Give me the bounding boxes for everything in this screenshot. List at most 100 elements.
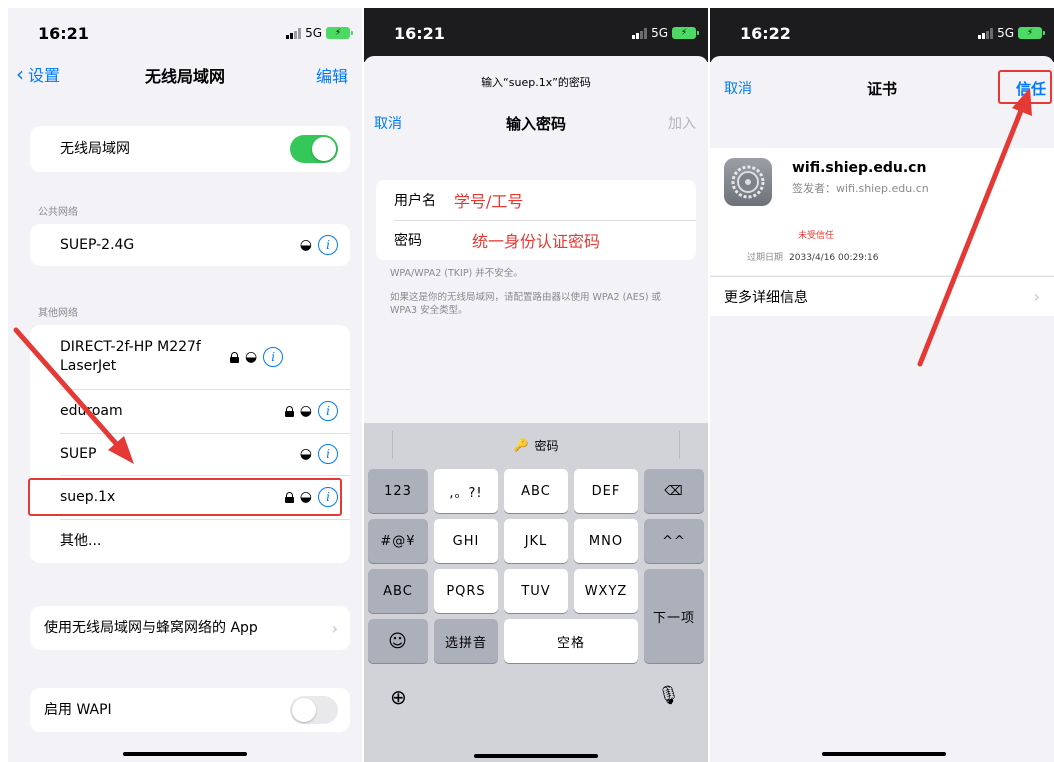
wapi-row: 启用 WAPI [30,688,350,732]
cellular-signal-icon [632,27,648,39]
settings-gear-icon [724,158,772,206]
emoji-icon: ☺ [388,630,408,652]
info-icon[interactable]: i [318,235,338,255]
battery-charging-icon: ⚡ [1018,27,1045,39]
network-row-eduroam[interactable]: eduroam ◒ i [30,389,350,433]
cellular-signal-icon [978,27,994,39]
navigation-bar: ‹ 设置 无线局域网 编辑 [8,56,362,90]
key-punctuation[interactable]: ,。?! [434,469,498,513]
other-networks-header: 其他网络 [38,308,78,319]
network-row-direct-hp[interactable]: DIRECT-2f-HP M227f LaserJet ◒ i [30,325,350,389]
chevron-right-icon: › [331,618,338,638]
certificate-screen: 16:22 5G ⚡ 取消 证书 信任 wifi.shiep.edu.cn 签发… [710,8,1054,762]
key-emoticon[interactable]: ^^ [644,519,704,563]
key-abc[interactable]: ABC [504,469,568,513]
cellular-signal-icon [286,27,302,39]
expiry-date: 过期日期 2033/4/16 00:29:16 [747,250,878,263]
key-icon: 🔑 [513,438,529,452]
password-prompt: 输入“suep.1x”的密码 [481,76,591,89]
expiry-value: 2033/4/16 00:29:16 [789,253,879,263]
pinyin-key[interactable]: 选拼音 [434,619,498,663]
next-key[interactable]: 下一项 [644,569,704,663]
key-123[interactable]: 123 [368,469,428,513]
expiry-label: 过期日期 [747,253,784,263]
clock: 16:21 [38,24,89,43]
chevron-left-icon: ‹ [16,62,24,86]
key-wxyz[interactable]: WXYZ [574,569,638,613]
other-network-row[interactable]: 其他... [30,519,350,563]
microphone-icon[interactable]: 🎙 [657,685,680,706]
key-pqrs[interactable]: PQRS [434,569,498,613]
battery-charging-icon: ⚡ [326,27,353,39]
info-icon[interactable]: i [318,401,338,421]
username-value: 学号/工号 [454,192,524,211]
annotation-highlight-box [998,70,1052,104]
home-indicator [822,752,946,756]
wifi-signal-icon: ◒ [299,237,312,253]
key-symbols[interactable]: #@¥ [368,519,428,563]
delete-key[interactable]: ⌫ [644,469,704,513]
wapi-group: 启用 WAPI [30,688,350,732]
network-type: 5G [305,26,322,40]
lock-icon [284,405,294,417]
status-bar: 16:22 5G ⚡ [710,8,1054,62]
wifi-toggle[interactable] [290,135,338,163]
cancel-button[interactable]: 取消 [374,113,402,133]
network-row-suep-2-4g[interactable]: SUEP-2.4G ◒ i [30,224,350,266]
password-label: 密码 [394,233,422,249]
key-abc-switch[interactable]: ABC [368,569,428,613]
cancel-button[interactable]: 取消 [724,78,752,98]
username-field[interactable]: 用户名 学号/工号 [376,180,696,220]
home-indicator [474,754,598,758]
info-icon[interactable]: i [263,347,284,367]
clock: 16:21 [394,24,445,43]
public-networks-list: SUEP-2.4G ◒ i [30,224,350,266]
wapi-toggle[interactable] [290,696,338,724]
network-name: DIRECT-2f-HP M227f LaserJet [60,339,201,374]
status-bar: 16:21 5G ⚡ [8,8,362,54]
network-name: eduroam [60,402,123,419]
network-type: 5G [997,26,1014,40]
apps-using-wifi-row[interactable]: 使用无线局域网与蜂窝网络的 App › [30,606,350,650]
key-mno[interactable]: MNO [574,519,638,563]
status-bar: 16:21 5G ⚡ [364,8,708,62]
network-row-suep[interactable]: SUEP ◒ i [30,433,350,475]
more-details-label: 更多详细信息 [724,289,808,306]
battery-charging-icon: ⚡ [672,27,699,39]
network-name: SUEP [60,445,97,462]
lock-icon [230,351,239,363]
back-button[interactable]: ‹ 设置 [16,62,60,86]
password-field[interactable]: 密码 统一身份认证密码 [376,220,696,260]
annotation-highlight-box [28,478,342,516]
globe-icon[interactable]: ⊕ [390,685,407,709]
password-value: 统一身份认证密码 [472,232,601,251]
key-jkl[interactable]: JKL [504,519,568,563]
apps-group: 使用无线局域网与蜂窝网络的 App › [30,606,350,650]
username-label: 用户名 [394,193,436,209]
page-title: 无线局域网 [144,67,225,86]
edit-button[interactable]: 编辑 [316,63,348,87]
credentials-form: 用户名 学号/工号 密码 统一身份认证密码 [376,180,696,260]
key-def[interactable]: DEF [574,469,638,513]
keyboard: 🔑 密码 123 ,。?! ABC DEF ⌫ #@¥ GHI JKL MNO … [364,423,708,762]
public-networks-header: 公共网络 [38,207,78,218]
wapi-label: 启用 WAPI [44,701,112,718]
sheet-title: 输入密码 [505,115,566,133]
wifi-signal-icon: ◒ [299,403,312,419]
wifi-toggle-group: 无线局域网 [30,126,350,172]
key-ghi[interactable]: GHI [434,519,498,563]
security-warning: WPA/WPA2 (TKIP) 并不安全。 [390,268,523,279]
info-icon[interactable]: i [318,444,338,464]
emoji-key[interactable]: ☺ [368,619,428,663]
signal-status: 5G ⚡ [632,26,699,40]
other-networks-list: DIRECT-2f-HP M227f LaserJet ◒ i eduroam ◒… [30,325,350,563]
other-network-label: 其他... [60,532,102,549]
certificate-name: wifi.shiep.edu.cn [792,160,927,176]
signal-status: 5G ⚡ [286,26,353,40]
join-button[interactable]: 加入 [668,113,696,133]
wifi-signal-icon: ◒ [245,349,258,365]
key-tuv[interactable]: TUV [504,569,568,613]
more-details-row[interactable]: 更多详细信息 › [710,276,1054,316]
keyboard-suggestion-bar[interactable]: 🔑 密码 [392,431,680,459]
space-key[interactable]: 空格 [504,619,638,663]
